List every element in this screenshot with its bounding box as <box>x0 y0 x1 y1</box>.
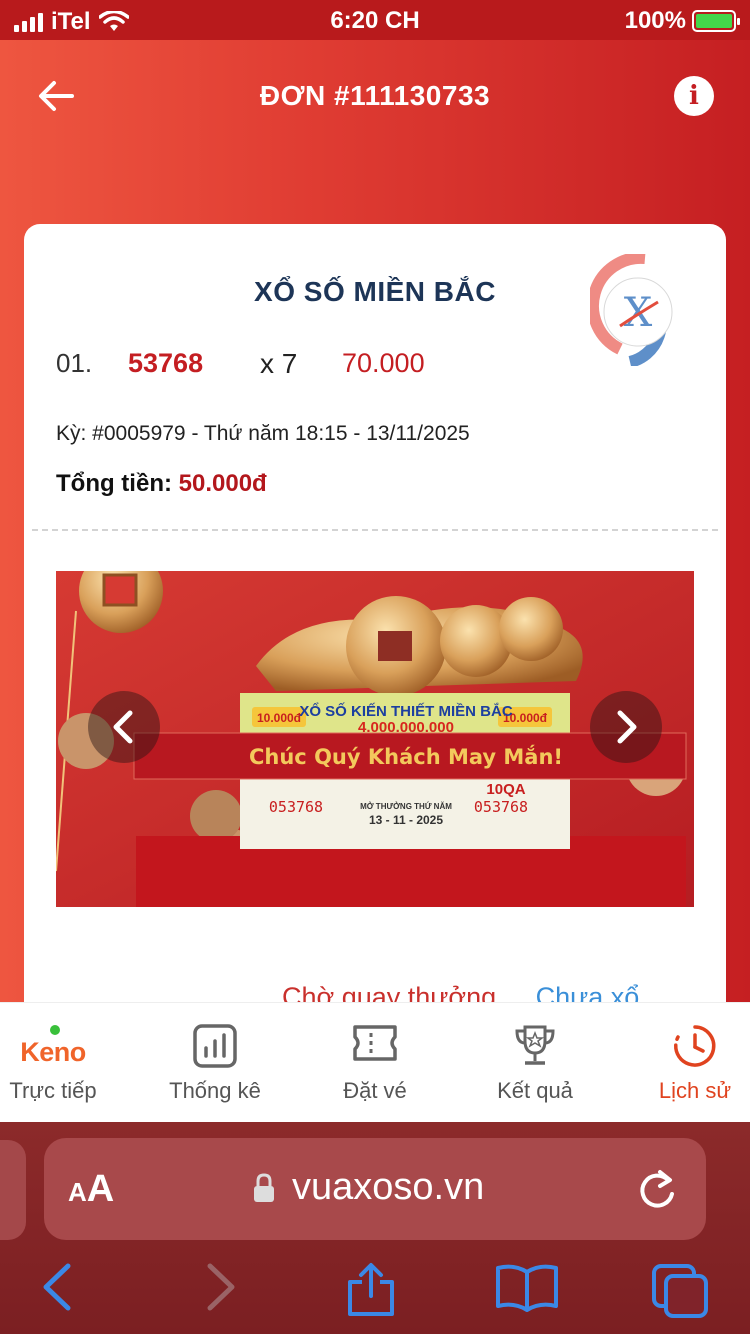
ticket-amount: 70.000 <box>342 348 425 378</box>
live-dot-icon <box>50 1025 60 1035</box>
chevron-right-icon <box>617 710 637 744</box>
ticket-draw-label: MỞ THƯỞNG THỨ NĂM <box>360 802 452 811</box>
status-right: 100% <box>624 7 740 35</box>
tab-label: Kết quả <box>497 1078 573 1103</box>
tab-statistics[interactable]: Thống kê <box>140 1003 290 1123</box>
total-value: 50.000đ <box>178 470 267 497</box>
ticket-serial-right: 053768 <box>474 798 528 816</box>
previous-tab-pill[interactable] <box>0 1140 26 1240</box>
info-icon: i <box>689 81 699 111</box>
browser-nav-tools <box>0 1254 750 1334</box>
clock-icon <box>674 1025 716 1067</box>
ticket-number: 53768 <box>128 348 204 378</box>
ticket-heading: XỔ SỐ KIẾN THIẾT MIỀN BẮC <box>299 702 513 720</box>
tabs-icon[interactable] <box>650 1262 712 1320</box>
carousel-next-button[interactable] <box>590 691 662 763</box>
xoso-logo: X <box>590 254 673 366</box>
ticket-price-left: 10.000đ <box>257 711 302 725</box>
reload-icon[interactable] <box>638 1168 678 1212</box>
tab-buy-ticket[interactable]: Đặt vé <box>300 1003 450 1123</box>
dashed-divider <box>32 529 718 531</box>
banner-caption: Chúc Quý Khách May Mắn! <box>249 744 563 769</box>
tab-label: Trực tiếp <box>9 1078 97 1103</box>
bottom-tab-bar: Keno Trực tiếp Thống kê Đặt vé Kết quả L… <box>0 1002 750 1122</box>
chart-icon <box>193 1024 237 1068</box>
tab-keno-live[interactable]: Keno Trực tiếp <box>0 1003 128 1123</box>
tab-label: Đặt vé <box>343 1078 407 1103</box>
browser-toolbar: AA vuaxoso.vn <box>0 1122 750 1334</box>
tab-results[interactable]: Kết quả <box>460 1003 610 1123</box>
url-text: vuaxoso.vn <box>292 1166 485 1208</box>
ticket-draw-date: 13 - 11 - 2025 <box>369 813 443 827</box>
tab-label: Thống kê <box>169 1078 261 1103</box>
browser-forward-icon[interactable] <box>204 1262 238 1312</box>
total-row: Tổng tiền: 50.000đ <box>56 470 267 498</box>
chevron-left-icon <box>113 710 133 744</box>
trophy-icon <box>515 1025 555 1065</box>
address-bar[interactable]: AA vuaxoso.vn <box>44 1138 706 1240</box>
tab-history[interactable]: Lịch sử <box>620 1003 750 1123</box>
order-card: XỔ SỐ MIỀN BẮC X 01. 53768 x 7 70.000 Kỳ… <box>24 224 726 1124</box>
ticket-index: 01. <box>56 348 93 378</box>
status-bar: iTel 6:20 CH 100% <box>0 0 750 40</box>
reader-options-button[interactable]: AA <box>68 1168 114 1211</box>
ticket-serial-left: 053768 <box>269 798 323 816</box>
bookmarks-icon[interactable] <box>494 1262 560 1314</box>
browser-back-icon[interactable] <box>40 1262 74 1312</box>
ticket-icon <box>353 1025 397 1061</box>
lock-icon <box>254 1173 274 1202</box>
battery-icon <box>692 10 740 32</box>
tab-label: Lịch sử <box>658 1078 732 1103</box>
ticket-photo-carousel[interactable]: 10.000đ 10.000đ XỔ SỐ KIẾN THIẾT MIỀN BẮ… <box>56 571 694 907</box>
carousel-prev-button[interactable] <box>88 691 160 763</box>
share-icon[interactable] <box>344 1262 398 1318</box>
page-header: ĐƠN #111130733 i <box>0 40 750 152</box>
ticket-multiplier: x 7 <box>260 348 298 379</box>
page-title: ĐƠN #111130733 <box>259 80 491 111</box>
ticket-code: 10QA <box>486 781 525 798</box>
info-button[interactable]: i <box>674 76 714 116</box>
battery-percent: 100% <box>624 7 686 34</box>
total-label: Tổng tiền: <box>56 470 172 497</box>
ticket-row: 01. 53768 x 7 70.000 <box>56 348 556 388</box>
draw-info: Kỳ: #0005979 - Thứ năm 18:15 - 13/11/202… <box>56 422 470 445</box>
keno-logo: Keno <box>20 1037 86 1067</box>
